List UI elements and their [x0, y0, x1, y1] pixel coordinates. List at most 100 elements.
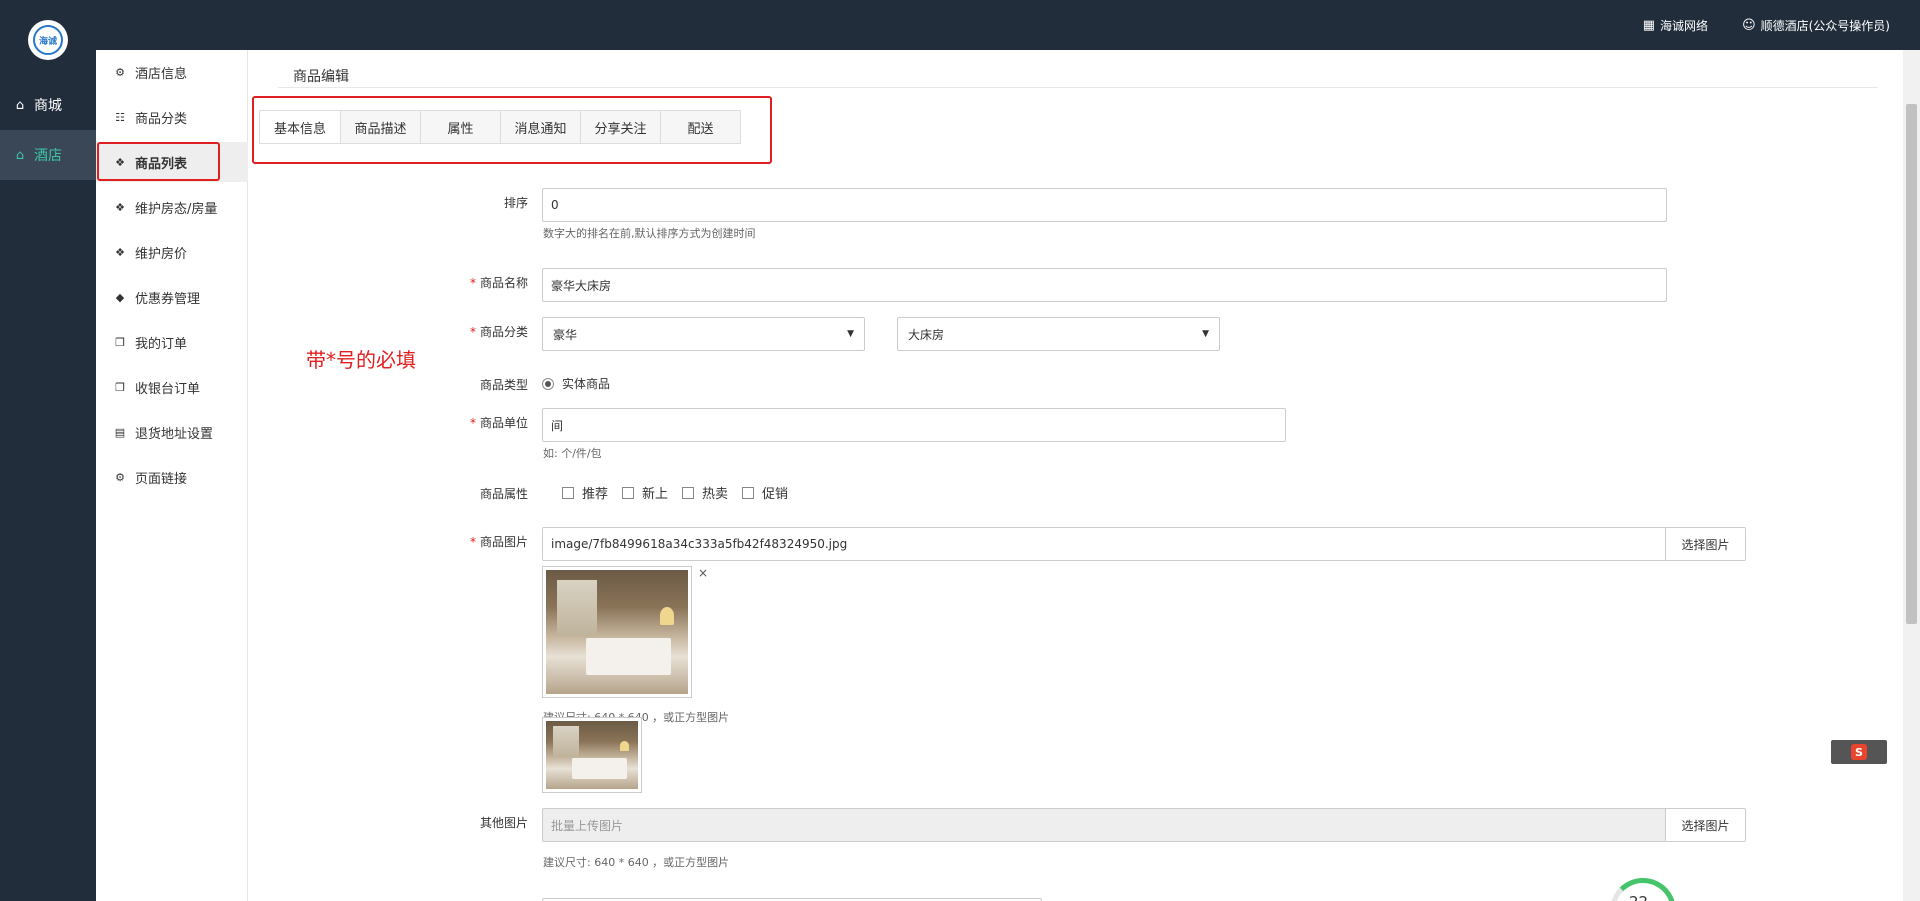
sidebar-item-label: 收银台订单 — [135, 381, 201, 397]
logo[interactable]: 海诚 — [28, 20, 68, 60]
sidebar-item-product-list[interactable]: ❖ 商品列表 — [96, 142, 248, 182]
type-radio-physical[interactable]: 实体商品 — [542, 375, 610, 392]
caret-down-icon: ▼ — [847, 329, 854, 339]
sidebar-item-label: 酒店信息 — [135, 66, 188, 82]
sidebar-item-return-address[interactable]: ▤ 退货地址设置 — [96, 412, 248, 452]
sidebar-item-label: 退货地址设置 — [135, 426, 214, 442]
rail-item-label: 酒店 — [34, 148, 62, 164]
sidebar-item-label: 优惠券管理 — [135, 291, 201, 307]
sidebar-item-hotel-info[interactable]: ⚙ 酒店信息 — [96, 52, 248, 92]
checkbox-hot[interactable]: 热卖 — [682, 483, 728, 502]
checkbox[interactable] — [742, 486, 755, 499]
sort-input[interactable]: 0 — [542, 188, 1667, 222]
cubes-icon: ❖ — [115, 200, 125, 214]
copy-icon: ❐ — [115, 335, 125, 349]
other-images-label: 其他图片 — [378, 814, 528, 831]
batch-upload-input[interactable]: 批量上传图片 — [542, 808, 1667, 842]
type-option-label: 实体商品 — [562, 377, 611, 391]
tab-attributes[interactable]: 属性 — [420, 111, 500, 143]
sidebar-item-coupons[interactable]: ◆ 优惠券管理 — [96, 277, 248, 317]
sidebar-item-label: 维护房价 — [135, 246, 188, 262]
other-images-label-text: 其他图片 — [479, 816, 528, 830]
main-content: 商品编辑 基本信息 商品描述 属性 消息通知 分享关注 配送 带*号的必填 排序… — [248, 50, 1903, 901]
user-label: 顺德酒店(公众号操作员) — [1760, 18, 1890, 33]
gears-icon: ⚙ — [115, 65, 125, 79]
tab-share[interactable]: 分享关注 — [580, 111, 660, 143]
brand-link[interactable]: ▦ 海诚网络 — [1643, 17, 1708, 34]
tab-delivery[interactable]: 配送 — [660, 111, 740, 143]
category-primary-value: 豪华 — [553, 327, 578, 342]
image-path-input[interactable]: image/7fb8499618a34c333a5fb42f48324950.j… — [542, 527, 1667, 561]
sidebar-item-room-price[interactable]: ❖ 维护房价 — [96, 232, 248, 272]
name-label-text: 商品名称 — [479, 276, 528, 290]
sitemap-icon: ☷ — [115, 110, 125, 124]
checkbox-promo[interactable]: 促销 — [742, 483, 788, 502]
required-mark: * — [469, 535, 476, 549]
required-note: 带*号的必填 — [306, 348, 416, 372]
category-secondary-select[interactable]: 大床房 ▼ — [897, 317, 1220, 351]
progress-value: 22 — [1629, 893, 1648, 901]
radio-button[interactable] — [542, 377, 554, 390]
sort-label: 排序 — [378, 194, 528, 211]
sidebar-item-label: 维护房态/房量 — [135, 201, 218, 217]
sidebar-item-label: 我的订单 — [135, 336, 188, 352]
tab-notifications[interactable]: 消息通知 — [500, 111, 580, 143]
gears-icon: ⚙ — [115, 470, 125, 484]
sidebar-item-label: 商品列表 — [135, 156, 188, 172]
checkbox-label: 新上 — [642, 487, 669, 502]
hotel-room-photo — [546, 721, 638, 789]
type-label: 商品类型 — [378, 376, 528, 393]
image-label: * 商品图片 — [378, 533, 528, 550]
tab-bar: 基本信息 商品描述 属性 消息通知 分享关注 配送 — [259, 110, 741, 144]
tab-description[interactable]: 商品描述 — [340, 111, 420, 143]
choose-other-images-button[interactable]: 选择图片 — [1665, 808, 1746, 842]
top-header: ▦ 海诚网络 ☺ 顺德酒店(公众号操作员) — [96, 0, 1920, 50]
attrs-label-text: 商品属性 — [479, 487, 528, 501]
logo-mark: 海诚 — [33, 25, 63, 55]
sidebar-item-room-status[interactable]: ❖ 维护房态/房量 — [96, 187, 248, 227]
copy-icon: ❐ — [115, 380, 125, 394]
ime-logo-icon: S — [1851, 744, 1867, 760]
checkbox-recommend[interactable]: 推荐 — [562, 483, 608, 502]
brand-label: 海诚网络 — [1660, 18, 1709, 33]
checkbox-label: 推荐 — [582, 487, 609, 502]
cubes-icon: ❖ — [115, 155, 125, 169]
image-label-text: 商品图片 — [479, 535, 528, 549]
user-menu[interactable]: ☺ 顺德酒店(公众号操作员) — [1742, 17, 1890, 34]
checkbox-new[interactable]: 新上 — [622, 483, 668, 502]
home-icon: ⌂ — [15, 147, 25, 163]
sidebar-item-page-links[interactable]: ⚙ 页面链接 — [96, 457, 248, 497]
unit-input[interactable]: 间 — [542, 408, 1286, 442]
checkbox[interactable] — [622, 486, 635, 499]
page-title: 商品编辑 — [293, 69, 349, 85]
category-label-text: 商品分类 — [479, 325, 528, 339]
dashboard-icon: ▦ — [1642, 17, 1656, 33]
product-name-input[interactable]: 豪华大床房 — [542, 268, 1667, 302]
scrollbar-thumb[interactable] — [1906, 104, 1917, 624]
checkbox[interactable] — [562, 486, 574, 499]
choose-image-button[interactable]: 选择图片 — [1665, 527, 1746, 561]
name-label: * 商品名称 — [378, 274, 528, 291]
checkbox-label: 热卖 — [702, 487, 729, 502]
checkbox[interactable] — [682, 486, 695, 499]
sidebar-item-cashier-orders[interactable]: ❐ 收银台订单 — [96, 367, 248, 407]
tags-icon: ◆ — [115, 290, 125, 304]
scrollbar[interactable] — [1903, 50, 1920, 901]
unit-label: * 商品单位 — [378, 414, 528, 431]
main-rail: 海诚 ⌂ 商城 ⌂ 酒店 — [0, 0, 96, 901]
sidebar-item-label: 页面链接 — [135, 471, 188, 487]
rail-item-mall[interactable]: ⌂ 商城 — [0, 80, 96, 130]
ime-toolbar[interactable]: S — [1831, 740, 1887, 764]
sidebar-item-my-orders[interactable]: ❐ 我的订单 — [96, 322, 248, 362]
tab-basic-info[interactable]: 基本信息 — [260, 111, 340, 143]
sidebar-item-category[interactable]: ☷ 商品分类 — [96, 97, 248, 137]
sort-help: 数字大的排名在前,默认排序方式为创建时间 — [543, 227, 756, 240]
rail-item-hotel[interactable]: ⌂ 酒店 — [0, 130, 96, 180]
remove-image-icon[interactable]: × — [698, 566, 708, 580]
caret-down-icon: ▼ — [1202, 329, 1209, 339]
truck-icon: ▤ — [114, 425, 126, 439]
category-primary-select[interactable]: 豪华 ▼ — [542, 317, 865, 351]
attrs-label: 商品属性 — [378, 485, 528, 502]
divider — [278, 87, 1878, 88]
required-mark: * — [469, 276, 476, 290]
